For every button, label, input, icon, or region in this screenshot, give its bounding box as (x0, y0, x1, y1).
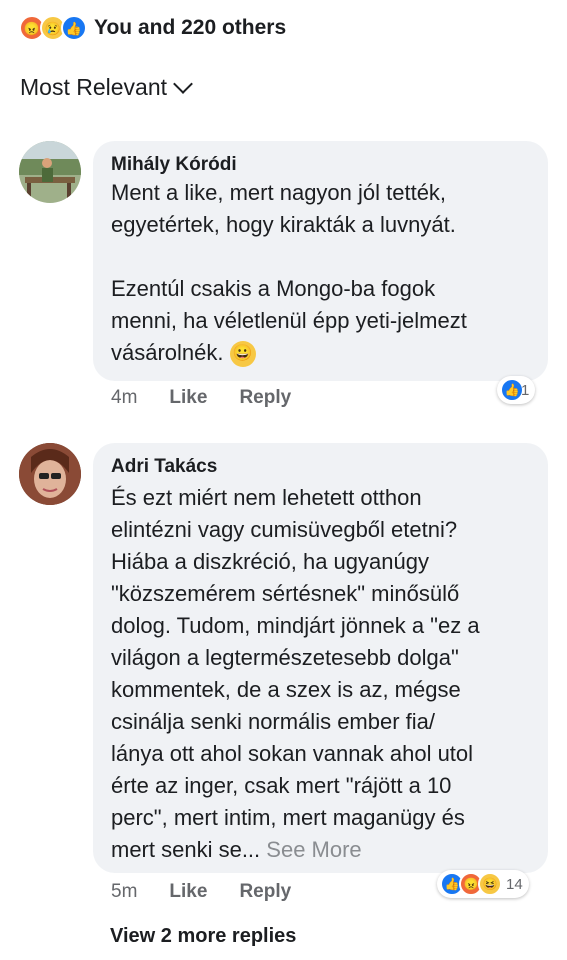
grinning-emoji-icon: 😀 (229, 341, 256, 368)
reply-button[interactable]: Reply (239, 881, 291, 903)
comment-reactions[interactable]: 👍 1 (497, 376, 536, 404)
see-more-link[interactable]: See More (266, 837, 361, 862)
like-button[interactable]: Like (169, 881, 207, 903)
comment-author[interactable]: Adri Takács (111, 456, 217, 478)
view-more-replies-link[interactable]: View 2 more replies (110, 925, 296, 948)
reaction-summary-bar[interactable]: 😠 😢 👍 You and 220 others (19, 14, 286, 42)
comment-author[interactable]: Mihály Kóródi (111, 154, 237, 176)
comment-actions: 4m Like Reply (111, 387, 323, 409)
haha-icon: 😆 (478, 872, 502, 896)
like-button[interactable]: Like (169, 387, 207, 409)
reaction-count: 14 (506, 875, 523, 893)
chevron-down-icon (173, 73, 193, 94)
avatar[interactable] (19, 443, 81, 505)
reply-button[interactable]: Reply (239, 387, 291, 409)
sort-dropdown[interactable]: Most Relevant (20, 73, 193, 101)
reaction-summary-text: You and 220 others (94, 16, 287, 39)
comment-actions: 5m Like Reply (111, 881, 323, 903)
comment-time[interactable]: 4m (111, 387, 137, 409)
reaction-count: 1 (521, 381, 530, 399)
comment-text: Ment a like, mert nagyon jól tették, egy… (111, 177, 467, 369)
comment-text: És ezt miért nem lehetett otthon elintéz… (111, 485, 480, 862)
like-icon: 👍 (61, 15, 87, 41)
avatar[interactable] (19, 141, 81, 203)
comment-reactions[interactable]: 👍 😠 😆 14 (437, 870, 529, 898)
sort-label: Most Relevant (20, 74, 168, 100)
comment-time[interactable]: 5m (111, 881, 137, 903)
